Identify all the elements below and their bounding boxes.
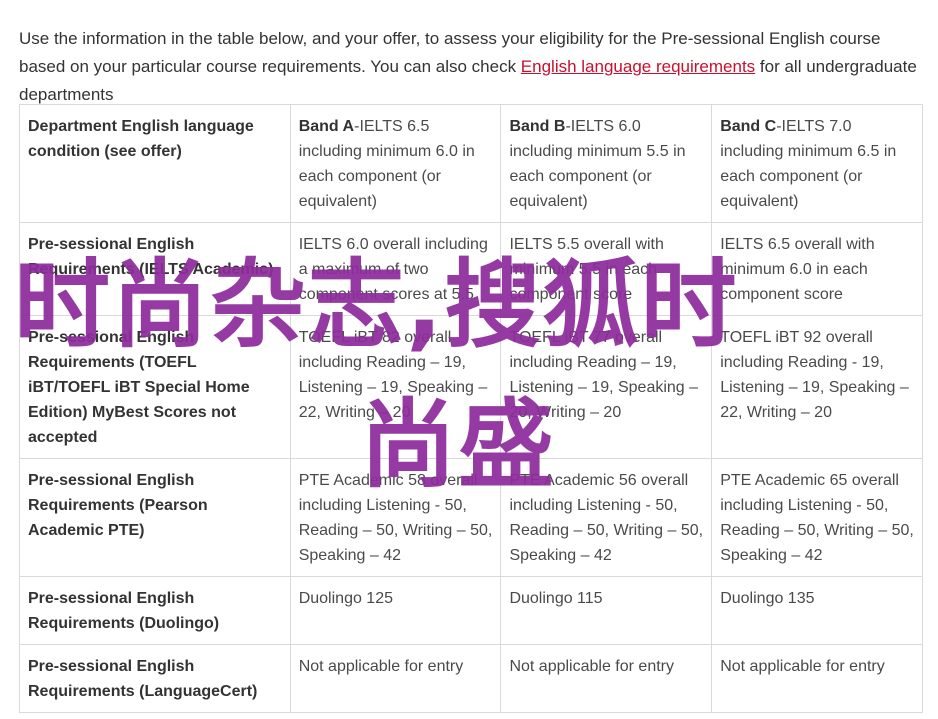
table-row-languagecert: Pre-sessional English Requirements (Lang… (19, 644, 923, 713)
table-row-pte: Pre-sessional English Requirements (Pear… (19, 458, 923, 577)
table-cell: PTE Academic 56 overall including Listen… (500, 458, 713, 577)
table-header-row: Department English language condition (s… (19, 104, 923, 223)
table-cell: IELTS 6.5 overall with minimum 6.0 in ea… (711, 222, 923, 316)
band-a-name: Band A (298, 118, 355, 135)
table-cell: Not applicable for entry (711, 644, 923, 713)
band-c-name: Band C (720, 118, 777, 135)
english-language-requirements-link[interactable]: English language requirements (521, 57, 755, 76)
requirements-table: Department English language condition (s… (19, 104, 923, 713)
table-cell: IELTS 5.5 overall with minimum 5.5 in ea… (500, 222, 713, 316)
table-cell: IELTS 6.0 overall including a maximum of… (289, 222, 502, 316)
row-label: Pre-sessional English Requirements (IELT… (19, 222, 291, 316)
band-b-cell: Band B-IELTS 6.0 including minimum 5.5 i… (500, 104, 713, 223)
band-b-name: Band B (509, 118, 566, 135)
table-row-toefl: Pre-sessional English Requirements (TOEF… (19, 315, 923, 459)
row-label: Pre-sessional English Requirements (Pear… (19, 458, 291, 577)
table-cell: Duolingo 115 (500, 576, 713, 645)
table-cell: Not applicable for entry (500, 644, 713, 713)
table-row-ielts: Pre-sessional English Requirements (IELT… (19, 222, 923, 316)
table-cell: TOEFL iBT 77 overall including Reading –… (500, 315, 713, 459)
table-header-label: Department English language condition (s… (19, 104, 291, 223)
table-cell: PTE Academic 65 overall including Listen… (711, 458, 923, 577)
table-cell: Not applicable for entry (289, 644, 502, 713)
row-label: Pre-sessional English Requirements (TOEF… (19, 315, 291, 459)
band-a-cell: Band A-IELTS 6.5 including minimum 6.0 i… (289, 104, 502, 223)
intro-paragraph: Use the information in the table below, … (19, 25, 924, 109)
row-label: Pre-sessional English Requirements (Lang… (19, 644, 291, 713)
table-cell: TOEFL iBT 82 overall including Reading –… (289, 315, 502, 459)
band-c-cell: Band C-IELTS 7.0 including minimum 6.5 i… (711, 104, 923, 223)
table-cell: Duolingo 135 (711, 576, 923, 645)
table-cell: TOEFL iBT 92 overall including Reading -… (711, 315, 923, 459)
table-cell: Duolingo 125 (289, 576, 502, 645)
table-cell: PTE Academic 58 overall including Listen… (289, 458, 502, 577)
row-label: Pre-sessional English Requirements (Duol… (19, 576, 291, 645)
table-row-duolingo: Pre-sessional English Requirements (Duol… (19, 576, 923, 645)
